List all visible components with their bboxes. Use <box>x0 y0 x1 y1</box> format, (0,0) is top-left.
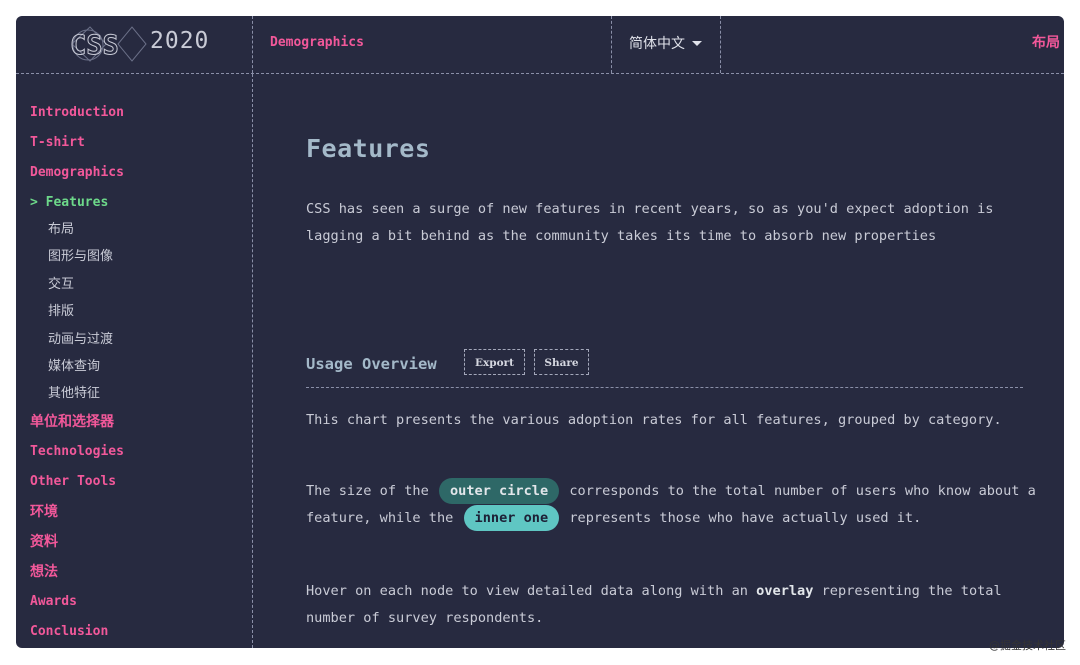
export-button[interactable]: Export <box>464 349 525 375</box>
sidebar-item-environments[interactable]: 环境 <box>30 503 124 533</box>
inner-circle-badge: inner one <box>463 505 560 531</box>
watermark: @掘金技术社区 <box>989 639 1066 652</box>
sidebar-item-features-active[interactable]: > Features <box>30 194 124 221</box>
overlay-keyword: overlay <box>756 583 814 599</box>
sidebar: Introduction T-shirt Demographics > Feat… <box>16 74 253 648</box>
sidebar-item-units-selectors[interactable]: 单位和选择器 <box>30 413 124 443</box>
page-title: Features <box>306 134 431 163</box>
sidebar-subitem-media-queries[interactable]: 媒体查询 <box>30 358 124 385</box>
header-section-link[interactable]: Demographics <box>270 35 364 50</box>
header-next-link[interactable]: 布局 <box>1032 32 1060 52</box>
top-header: CSS 2020 Demographics 简体中文 布局 <box>16 16 1064 74</box>
hover-text-1: Hover on each node to view detailed data… <box>306 583 748 599</box>
sidebar-item-awards[interactable]: Awards <box>30 593 124 623</box>
app-window: CSS 2020 Demographics 简体中文 布局 Introducti… <box>16 16 1064 648</box>
sidebar-subitem-animations[interactable]: 动画与过渡 <box>30 331 124 358</box>
circle-legend-paragraph: The size of the outer circle corresponds… <box>306 478 1036 532</box>
chart-description-paragraph: This chart presents the various adoption… <box>306 412 1002 428</box>
sidebar-item-conclusion[interactable]: Conclusion <box>30 623 124 648</box>
language-selector[interactable]: 简体中文 <box>611 16 721 73</box>
sidebar-subitem-interactions[interactable]: 交互 <box>30 276 124 303</box>
outer-circle-badge: outer circle <box>438 478 560 504</box>
sidebar-subitem-shapes-graphics[interactable]: 图形与图像 <box>30 248 124 275</box>
sidebar-subitem-typography[interactable]: 排版 <box>30 303 124 330</box>
sidebar-nav: Introduction T-shirt Demographics > Feat… <box>30 104 124 648</box>
sidebar-item-demographics[interactable]: Demographics <box>30 164 124 194</box>
logo-year: 2020 <box>150 28 210 54</box>
sidebar-item-opinions[interactable]: 想法 <box>30 563 124 593</box>
usage-overview-header: Usage Overview Export Share <box>306 349 1023 388</box>
sidebar-item-introduction[interactable]: Introduction <box>30 104 124 134</box>
sidebar-subitem-layout[interactable]: 布局 <box>30 221 124 248</box>
intro-paragraph: CSS has seen a surge of new features in … <box>306 201 994 244</box>
caret-down-icon <box>692 41 702 46</box>
sidebar-subitem-other-features[interactable]: 其他特征 <box>30 385 124 412</box>
language-label: 简体中文 <box>629 36 685 52</box>
sidebar-item-t-shirt[interactable]: T-shirt <box>30 134 124 164</box>
css-logo-icon: CSS <box>70 26 147 62</box>
share-button[interactable]: Share <box>534 349 589 375</box>
logo[interactable]: CSS 2020 <box>16 16 253 73</box>
hover-hint-paragraph: Hover on each node to view detailed data… <box>306 578 1018 632</box>
svg-text:CSS: CSS <box>70 30 119 61</box>
section-title: Usage Overview <box>306 355 437 373</box>
sidebar-item-other-tools[interactable]: Other Tools <box>30 473 124 503</box>
main-content: Features CSS has seen a surge of new fea… <box>306 74 1036 648</box>
sidebar-item-resources[interactable]: 资料 <box>30 533 124 563</box>
legend-text-3: represents those who have actually used … <box>569 510 922 526</box>
legend-text-1: The size of the <box>306 483 429 499</box>
sidebar-item-technologies[interactable]: Technologies <box>30 443 124 473</box>
